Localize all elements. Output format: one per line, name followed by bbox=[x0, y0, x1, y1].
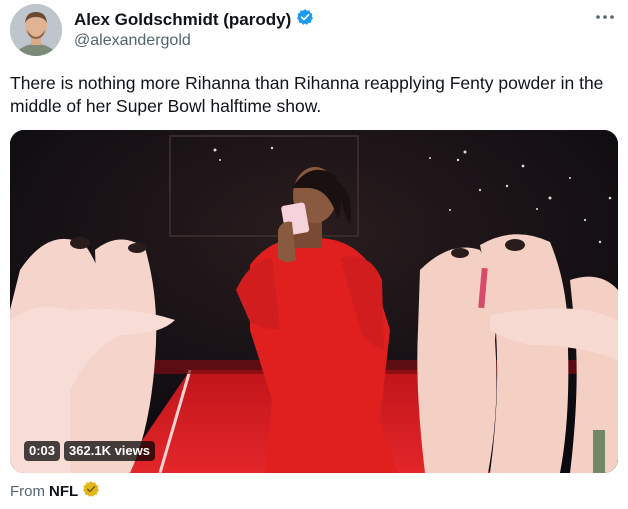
author-display-name[interactable]: Alex Goldschmidt (parody) bbox=[74, 10, 291, 30]
video-duration: 0:03 bbox=[24, 441, 61, 461]
video-frame bbox=[10, 130, 618, 473]
source-link[interactable]: NFL bbox=[49, 483, 78, 500]
source-prefix: From bbox=[10, 482, 45, 500]
avatar[interactable] bbox=[10, 4, 62, 56]
verified-badge-icon bbox=[296, 8, 314, 31]
author-name-row: Alex Goldschmidt (parody) bbox=[74, 8, 314, 31]
author-handle[interactable]: @alexandergold bbox=[74, 32, 191, 50]
video-player[interactable]: 0:03 362.1K views bbox=[10, 130, 618, 473]
gold-verified-badge-icon bbox=[82, 480, 100, 502]
video-badges: 0:03 362.1K views bbox=[24, 441, 155, 461]
avatar-image bbox=[10, 4, 62, 56]
tweet-text: There is nothing more Rihanna than Rihan… bbox=[10, 73, 604, 116]
more-options-button[interactable] bbox=[594, 6, 616, 28]
media-source: From NFL bbox=[10, 480, 100, 502]
video-views: 362.1K views bbox=[64, 441, 155, 461]
more-horizontal-icon bbox=[596, 15, 614, 19]
